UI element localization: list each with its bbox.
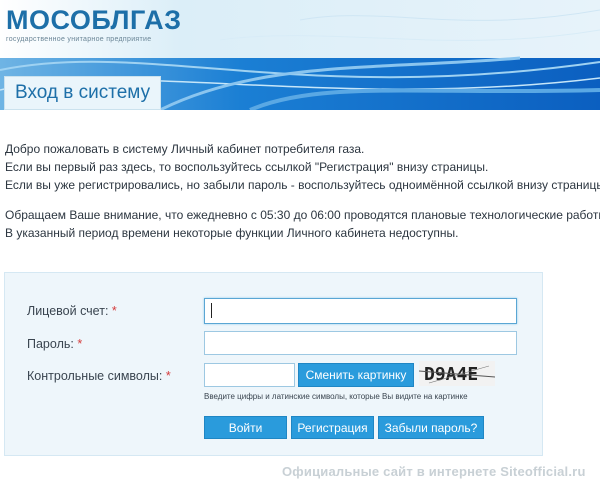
logo[interactable]: МОСОБЛГАЗ государственное унитарное пред… — [6, 6, 182, 43]
intro-text: Добро пожаловать в систему Личный кабине… — [5, 140, 600, 242]
change-image-button[interactable]: Сменить картинку — [298, 363, 414, 387]
password-label: Пароль: * — [27, 337, 83, 351]
login-button[interactable]: Войти — [204, 416, 287, 439]
logo-subtitle: государственное унитарное предприятие — [6, 36, 152, 43]
captcha-noise: D9A4E — [419, 364, 495, 385]
required-mark: * — [165, 369, 171, 383]
captcha-hint: Введите цифры и латинские символы, котор… — [204, 392, 468, 401]
account-input[interactable] — [204, 298, 517, 324]
text-caret — [211, 303, 212, 318]
intro-line-3: Если вы уже регистрировались, но забыли … — [5, 178, 600, 192]
password-input[interactable] — [204, 331, 517, 355]
captcha-input[interactable] — [204, 363, 295, 387]
account-label: Лицевой счет: * — [27, 304, 117, 318]
forgot-password-button[interactable]: Забыли пароль? — [378, 416, 484, 439]
register-button[interactable]: Регистрация — [291, 416, 374, 439]
page-title: Вход в систему — [15, 82, 151, 103]
captcha-image: D9A4E — [419, 361, 495, 386]
site-header: МОСОБЛГАЗ государственное унитарное пред… — [0, 0, 600, 110]
captcha-label: Контрольные символы: * — [27, 369, 171, 383]
watermark: Официальные сайт в интернете Siteofficia… — [282, 464, 586, 479]
notice-line-1: Обращаем Ваше внимание, что ежедневно с … — [5, 208, 600, 222]
intro-line-1: Добро пожаловать в систему Личный кабине… — [5, 142, 365, 156]
required-mark: * — [77, 337, 83, 351]
page-title-box: Вход в систему — [4, 76, 162, 110]
required-mark: * — [111, 304, 117, 318]
logo-text: МОСОБЛГАЗ — [6, 5, 182, 35]
intro-line-2: Если вы первый раз здесь, то воспользуйт… — [5, 160, 489, 174]
notice-line-2: В указанный период времени некоторые фун… — [5, 226, 459, 240]
